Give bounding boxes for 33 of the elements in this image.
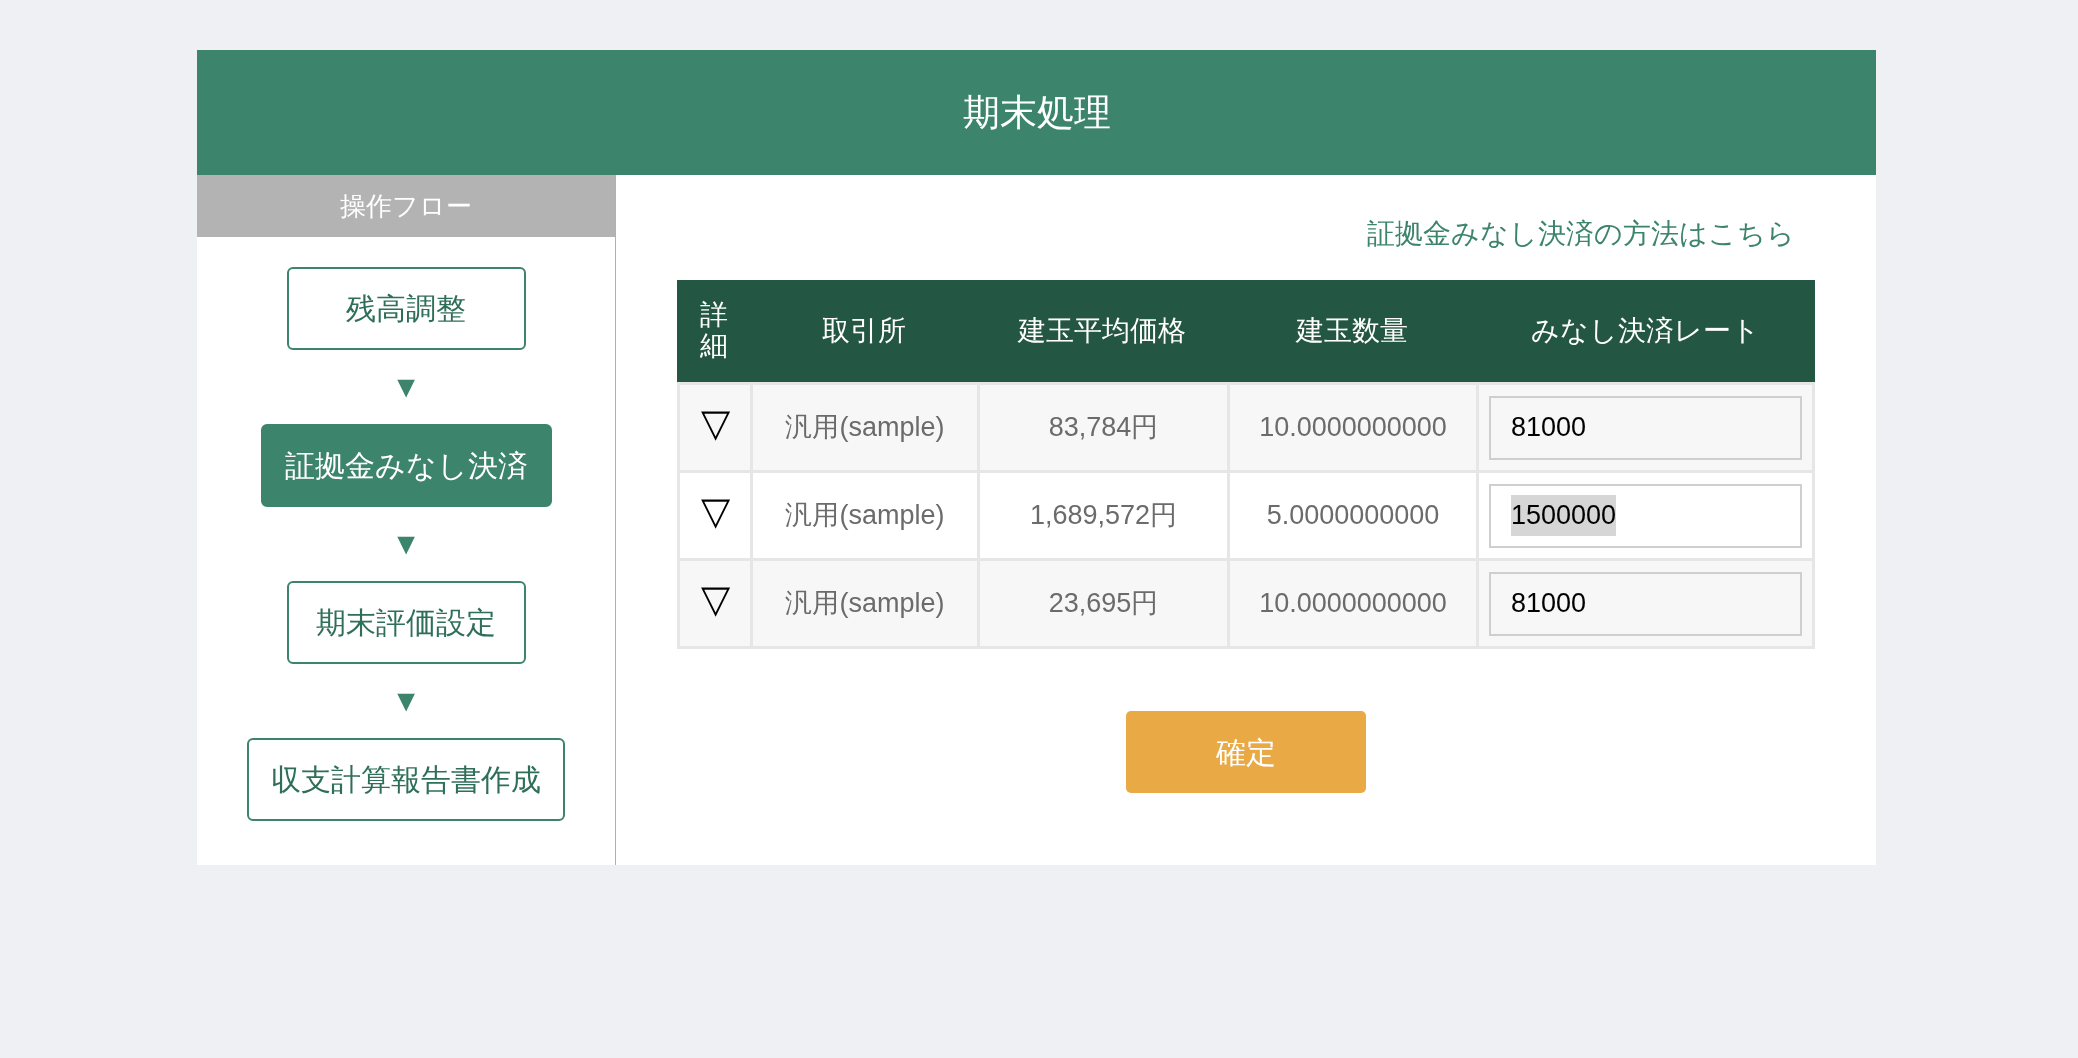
down-arrow: ▼ [391,372,421,402]
table-cell: 23,695円 [980,561,1227,646]
page-title: 期末処理 [962,90,1111,135]
expand-toggle[interactable]: ▽ [680,473,750,558]
down-arrow: ▼ [391,686,421,716]
flow-step[interactable]: 証拠金みなし決済 [260,424,552,507]
help-link[interactable]: 証拠金みなし決済の方法はこちら [1367,213,1795,255]
expand-toggle[interactable]: ▽ [680,385,750,470]
table-cell: 83,784円 [980,385,1227,470]
flow-step[interactable]: 期末評価設定 [286,581,526,664]
table-cell: 10.0000000000 [1230,561,1476,646]
table-cell: 5.0000000000 [1230,473,1476,558]
expand-toggle[interactable]: ▽ [680,561,750,646]
table-cell: 10.0000000000 [1230,385,1476,470]
rate-input[interactable]: 1500000 [1489,483,1802,548]
column-header: 詳細 [698,298,729,363]
table-cell: 汎用(sample) [753,561,977,646]
column-header: みなし決済レート [1530,314,1761,348]
column-header: 建玉平均価格 [1016,314,1187,348]
rate-input[interactable]: 81000 [1489,571,1802,636]
flow-step[interactable]: 収支計算報告書作成 [247,738,565,821]
input-value: 81000 [1511,587,1587,621]
input-value: 1500000 [1511,495,1617,536]
table-cell: 1,689,572円 [980,473,1227,558]
column-header: 取引所 [820,314,907,348]
table-cell: 汎用(sample) [753,385,977,470]
rate-input[interactable]: 81000 [1489,395,1802,460]
flow-step[interactable]: 残高調整 [286,267,526,350]
sidebar-title: 操作フロー [340,189,472,223]
table-cell: 汎用(sample) [753,473,977,558]
input-value: 81000 [1511,411,1587,445]
down-arrow: ▼ [391,529,421,559]
column-header: 建玉数量 [1294,314,1409,348]
